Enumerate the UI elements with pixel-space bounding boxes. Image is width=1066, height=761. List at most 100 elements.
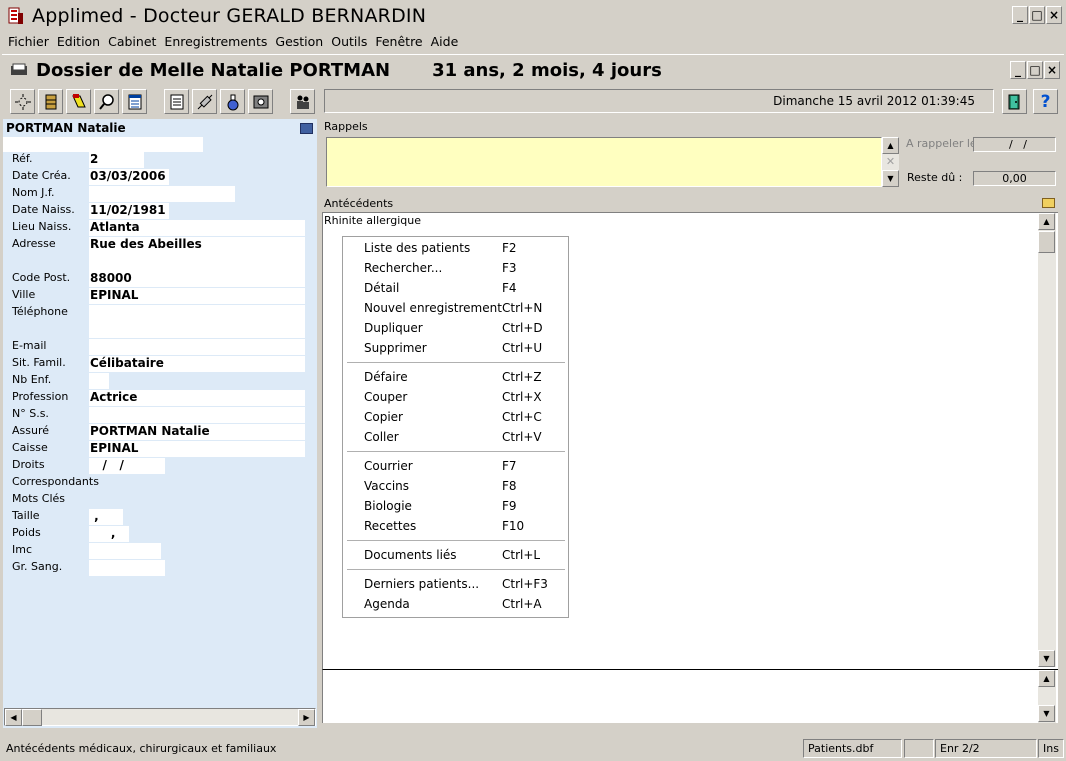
scroll-down-icon[interactable]: ▼	[1038, 705, 1055, 722]
menu-separator	[347, 362, 565, 363]
scroll-thumb[interactable]	[1038, 231, 1055, 253]
patient-hscrollbar[interactable]: ◀ ▶	[4, 708, 316, 726]
field-date-naiss[interactable]: 11/02/1981	[89, 203, 169, 219]
magnifier-icon[interactable]	[94, 89, 119, 114]
document-icon[interactable]	[122, 89, 147, 114]
page-icon[interactable]	[164, 89, 189, 114]
field-profession[interactable]: Actrice	[89, 390, 305, 406]
field-caisse[interactable]: EPINAL	[89, 441, 305, 457]
minimize-button[interactable]: _	[1012, 6, 1028, 24]
context-menu: Liste des patients F2 Rechercher... F3 Dét…	[342, 236, 569, 618]
menu-item-nouvel-enregistrement[interactable]: Nouvel enregistrement Ctrl+N	[364, 301, 554, 315]
syringe-icon[interactable]	[192, 89, 217, 114]
doc-maximize-button[interactable]: □	[1027, 61, 1043, 79]
menu-fenetre[interactable]: Fenêtre	[371, 34, 426, 49]
scroll-thumb[interactable]	[22, 709, 42, 726]
status-blank	[904, 739, 934, 758]
flask-icon[interactable]	[220, 89, 245, 114]
scroll-down-icon[interactable]: ▼	[882, 170, 899, 187]
scroll-up-icon[interactable]: ▲	[882, 137, 899, 154]
menu-item-documents-lies[interactable]: Documents liés Ctrl+L	[364, 548, 554, 562]
help-button[interactable]: ?	[1033, 89, 1058, 114]
field-gr-sang[interactable]	[89, 560, 165, 576]
highlighter-icon[interactable]	[66, 89, 91, 114]
scroll-up-icon[interactable]: ▲	[1038, 670, 1055, 687]
field-poids[interactable]: ,	[89, 526, 129, 542]
field-email[interactable]	[89, 339, 305, 355]
menu-item-biologie[interactable]: Biologie F9	[364, 499, 554, 513]
menu-item-copier[interactable]: Copier Ctrl+C	[364, 410, 554, 424]
field-taille[interactable]: ,	[89, 509, 123, 525]
menu-item-defaire[interactable]: Défaire Ctrl+Z	[364, 370, 554, 384]
print-icon[interactable]	[300, 123, 313, 134]
antecedents-scrollbar[interactable]: ▲ ▼	[1038, 213, 1056, 667]
field-label: Caisse	[12, 441, 48, 454]
field-num-ss[interactable]	[89, 407, 305, 423]
safe-icon[interactable]	[248, 89, 273, 114]
exit-door-icon[interactable]	[1002, 89, 1027, 114]
status-bar: Antécédents médicaux, chirurgicaux et fa…	[0, 738, 1066, 761]
close-button[interactable]: ×	[1046, 6, 1062, 24]
menu-item-agenda[interactable]: Agenda Ctrl+A	[364, 597, 554, 611]
maximize-button[interactable]: □	[1029, 6, 1045, 24]
menu-gestion[interactable]: Gestion	[271, 34, 327, 49]
menu-item-recettes[interactable]: Recettes F10	[364, 519, 554, 533]
menu-item-coller[interactable]: Coller Ctrl+V	[364, 430, 554, 444]
scroll-left-icon[interactable]: ◀	[5, 709, 22, 726]
menu-aide[interactable]: Aide	[427, 34, 463, 49]
new-icon[interactable]	[10, 89, 35, 114]
doc-minimize-button[interactable]: _	[1010, 61, 1026, 79]
menu-enregistrements[interactable]: Enregistrements	[160, 34, 271, 49]
menu-item-courrier[interactable]: Courrier F7	[364, 459, 554, 473]
field-nom-jf[interactable]	[89, 186, 235, 202]
field-label: Réf.	[12, 152, 33, 165]
scroll-right-icon[interactable]: ▶	[298, 709, 315, 726]
rappels-scrollbar[interactable]: ▲ ✕ ▼	[882, 137, 899, 187]
field-sit-famil[interactable]: Célibataire	[89, 356, 305, 372]
field-ref[interactable]: 2	[89, 152, 144, 168]
menu-cabinet[interactable]: Cabinet	[104, 34, 160, 49]
status-table: Patients.dbf	[803, 739, 902, 758]
doc-close-button[interactable]: ×	[1044, 61, 1060, 79]
menu-item-rechercher[interactable]: Rechercher... F3	[364, 261, 554, 275]
patient-panel: PORTMAN Natalie Réf. 2 Date Créa. 03/03/20…	[3, 119, 317, 728]
a-rappeler-field[interactable]: / /	[973, 137, 1056, 152]
menu-item-derniers-patients[interactable]: Derniers patients... Ctrl+F3	[364, 577, 554, 591]
reste-du-field[interactable]: 0,00	[973, 171, 1056, 186]
menu-item-detail[interactable]: Détail F4	[364, 281, 554, 295]
field-code-post[interactable]: 88000	[89, 271, 235, 287]
rappels-textarea[interactable]	[326, 137, 882, 187]
folder-icon[interactable]	[1042, 198, 1055, 208]
window-title: Applimed - Docteur GERALD BERNARDIN	[32, 4, 427, 27]
field-droits[interactable]: / /	[89, 458, 165, 474]
antecedents-detail-textarea[interactable]: ▲ ▼	[322, 669, 1058, 723]
field-label: Mots Clés	[12, 492, 65, 505]
field-imc[interactable]	[89, 543, 161, 559]
file-cabinet-icon[interactable]	[38, 89, 63, 114]
menu-item-couper[interactable]: Couper Ctrl+X	[364, 390, 554, 404]
menu-edition[interactable]: Edition	[53, 34, 104, 49]
field-lieu-naiss[interactable]: Atlanta	[89, 220, 305, 236]
field-label: Correspondants	[12, 475, 99, 488]
field-label: Ville	[12, 288, 36, 301]
scroll-down-icon[interactable]: ▼	[1038, 650, 1055, 667]
field-label: Gr. Sang.	[12, 560, 63, 573]
detail-scrollbar[interactable]: ▲ ▼	[1038, 670, 1056, 723]
window-titlebar: Applimed - Docteur GERALD BERNARDIN _ □ …	[0, 0, 1066, 31]
menu-item-dupliquer[interactable]: Dupliquer Ctrl+D	[364, 321, 554, 335]
field-assure[interactable]: PORTMAN Natalie	[89, 424, 305, 440]
field-label: Droits	[12, 458, 45, 471]
menu-fichier[interactable]: Fichier	[4, 34, 53, 49]
field-ville[interactable]: EPINAL	[89, 288, 305, 304]
field-label: Imc	[12, 543, 33, 556]
field-nb-enf[interactable]	[89, 373, 109, 389]
menu-item-liste-patients[interactable]: Liste des patients F2	[364, 241, 554, 255]
menu-outils[interactable]: Outils	[327, 34, 371, 49]
people-icon[interactable]	[290, 89, 315, 114]
menu-item-supprimer[interactable]: Supprimer Ctrl+U	[364, 341, 554, 355]
menu-item-vaccins[interactable]: Vaccins F8	[364, 479, 554, 493]
clear-icon[interactable]: ✕	[882, 153, 899, 170]
scroll-up-icon[interactable]: ▲	[1038, 213, 1055, 230]
field-telephone[interactable]	[89, 305, 305, 338]
field-date-crea[interactable]: 03/03/2006	[89, 169, 169, 185]
